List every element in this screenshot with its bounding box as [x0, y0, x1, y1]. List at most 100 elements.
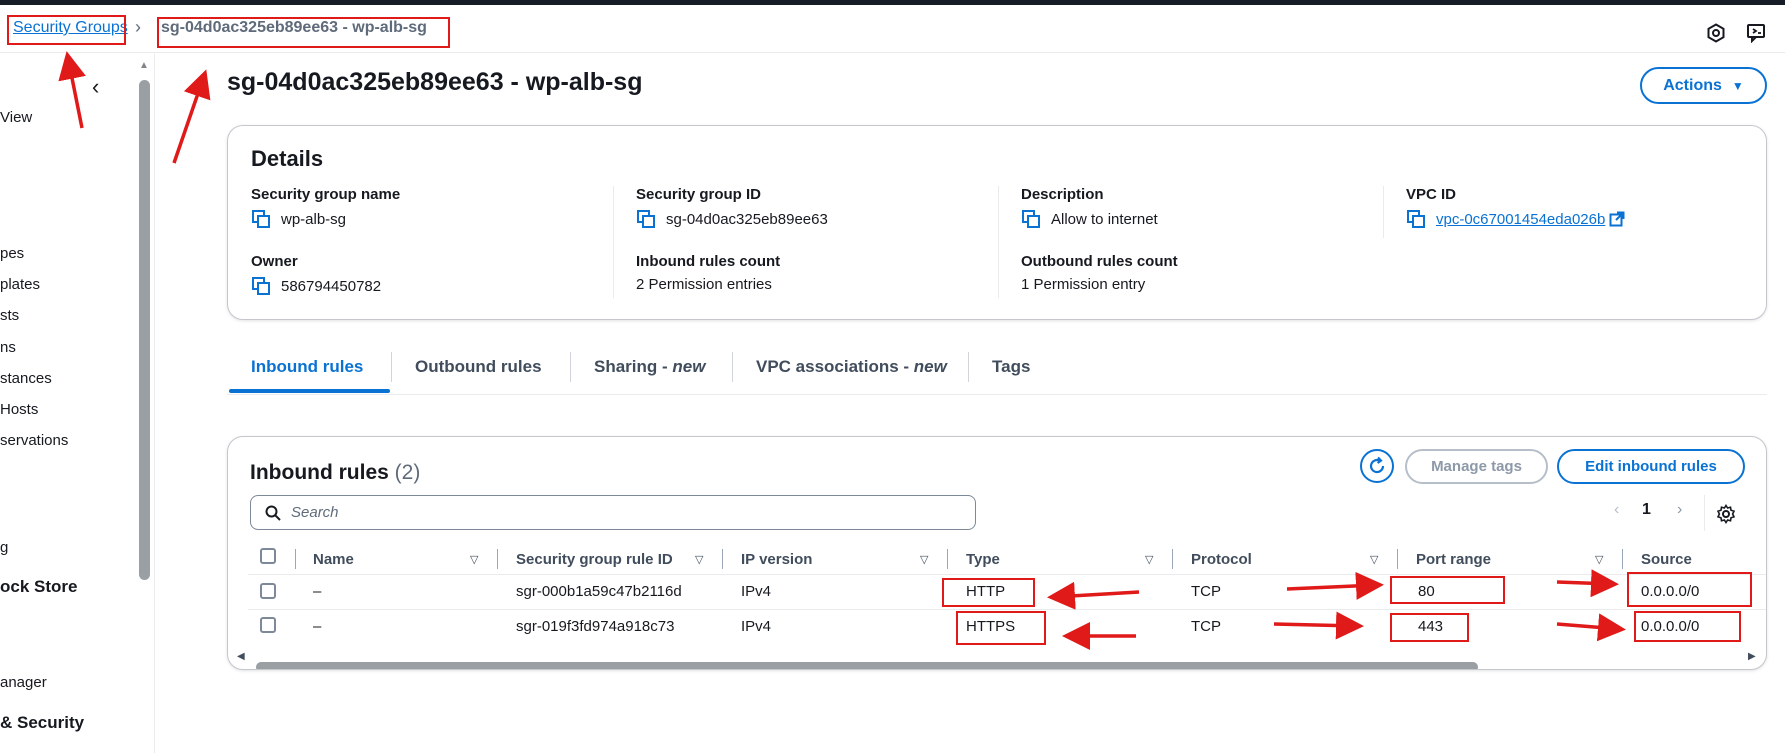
table-horizontal-scrollbar[interactable]	[256, 662, 1478, 669]
sort-icon[interactable]: ▽	[1595, 553, 1603, 566]
sidebar-item[interactable]: g	[0, 539, 8, 556]
cell-ip-version: IPv4	[741, 618, 772, 635]
field-security-group-name: Security group name wp-alb-sg	[251, 186, 611, 229]
pagination-page[interactable]: 1	[1642, 501, 1651, 519]
field-label: Security group name	[251, 186, 401, 203]
field-value: 2 Permission entries	[636, 276, 772, 293]
field-value: 1 Permission entry	[1021, 276, 1146, 293]
sidebar-item[interactable]: ns	[0, 339, 16, 356]
manage-tags-button[interactable]: Manage tags	[1405, 449, 1548, 484]
field-value: Allow to internet	[1051, 210, 1158, 228]
pagination-next-icon[interactable]: ›	[1677, 501, 1682, 519]
tab-divider	[732, 352, 733, 382]
vpc-id-link[interactable]: vpc-0c67001454eda026b	[1436, 211, 1605, 228]
scroll-right-icon[interactable]: ▶	[1748, 651, 1756, 662]
tab-divider	[391, 352, 392, 382]
column-divider	[1397, 549, 1398, 569]
cell-rule-id: sgr-019f3fd974a918c73	[516, 618, 675, 635]
caret-down-icon: ▼	[1731, 78, 1744, 93]
column-header-source[interactable]: Source	[1641, 551, 1692, 568]
field-value: 586794450782	[281, 277, 382, 295]
sidebar-item[interactable]: anager	[0, 674, 47, 691]
row-checkbox[interactable]	[260, 617, 276, 633]
copy-icon[interactable]	[1021, 209, 1041, 229]
sidebar-item[interactable]: sts	[0, 307, 19, 324]
tab-tags[interactable]: Tags	[992, 357, 1030, 377]
scroll-up-icon[interactable]: ▲	[139, 60, 149, 71]
sidebar-heading: & Security	[0, 713, 85, 732]
sidebar-item[interactable]: plates	[0, 276, 40, 293]
copy-icon[interactable]	[636, 209, 656, 229]
page-title: sg-04d0ac325eb89ee63 - wp-alb-sg	[227, 68, 643, 96]
sidebar-collapse-icon[interactable]: ‹	[92, 74, 99, 100]
tab-sharing-label: Sharing -	[594, 357, 673, 376]
cell-protocol: TCP	[1191, 618, 1221, 635]
actions-button[interactable]: Actions ▼	[1640, 67, 1767, 104]
cell-protocol: TCP	[1191, 583, 1221, 600]
cell-port-range: 80	[1418, 583, 1435, 600]
sort-icon[interactable]: ▽	[920, 553, 928, 566]
edit-inbound-rules-button[interactable]: Edit inbound rules	[1557, 449, 1745, 484]
search-input[interactable]	[291, 504, 931, 521]
column-header-name[interactable]: Name	[313, 551, 354, 568]
column-divider	[947, 549, 948, 569]
refresh-button[interactable]	[1360, 449, 1394, 483]
divider	[613, 186, 614, 298]
tab-vpc-associations[interactable]: VPC associations - new	[756, 357, 947, 377]
external-link-icon[interactable]	[1609, 211, 1625, 227]
field-security-group-id: Security group ID sg-04d0ac325eb89ee63	[636, 186, 996, 229]
sort-icon[interactable]: ▽	[1370, 553, 1378, 566]
copy-icon[interactable]	[1406, 209, 1426, 229]
column-divider	[295, 549, 296, 569]
column-divider	[1622, 549, 1623, 569]
cell-rule-id: sgr-000b1a59c47b2116d	[516, 583, 682, 600]
sort-icon[interactable]: ▽	[695, 553, 703, 566]
column-header-ip-version[interactable]: IP version	[741, 551, 812, 568]
select-all-checkbox[interactable]	[260, 548, 276, 564]
tab-vpc-associations-label: VPC associations -	[756, 357, 914, 376]
row-checkbox[interactable]	[260, 583, 276, 599]
inbound-rules-title: Inbound rules	[250, 461, 389, 484]
column-header-port-range[interactable]: Port range	[1416, 551, 1491, 568]
cell-name: –	[313, 583, 322, 600]
field-label: VPC ID	[1406, 186, 1457, 203]
field-outbound-rules-count: Outbound rules count 1 Permission entry	[1021, 253, 1381, 293]
sidebar-item[interactable]: pes	[0, 245, 24, 262]
sidebar-item[interactable]: View	[0, 109, 32, 126]
field-value: wp-alb-sg	[281, 210, 347, 228]
inbound-rules-heading: Inbound rules (2)	[250, 461, 420, 485]
sidebar-item[interactable]: Hosts	[0, 401, 38, 418]
column-header-protocol[interactable]: Protocol	[1191, 551, 1252, 568]
sidebar-scrollbar[interactable]	[139, 80, 150, 580]
breadcrumb-security-groups-link[interactable]: Security Groups	[13, 19, 128, 37]
tab-divider	[570, 352, 571, 382]
sort-icon[interactable]: ▽	[470, 553, 478, 566]
divider	[1704, 495, 1705, 531]
field-description: Description Allow to internet	[1021, 186, 1381, 229]
column-header-type[interactable]: Type	[966, 551, 1000, 568]
search-field[interactable]	[250, 495, 976, 530]
settings-hex-icon[interactable]	[1704, 21, 1728, 45]
sort-icon[interactable]: ▽	[1145, 553, 1153, 566]
tab-outbound-rules[interactable]: Outbound rules	[415, 357, 542, 377]
divider	[1383, 186, 1384, 238]
sidebar-item[interactable]: servations	[0, 432, 68, 449]
column-header-rule-id[interactable]: Security group rule ID	[516, 551, 673, 568]
tab-inbound-rules[interactable]: Inbound rules	[251, 357, 363, 377]
scroll-left-icon[interactable]: ◀	[237, 651, 245, 662]
refresh-icon	[1369, 456, 1385, 474]
field-vpc-id: VPC ID vpc-0c67001454eda026b	[1406, 186, 1766, 229]
copy-icon[interactable]	[251, 276, 271, 296]
column-divider	[497, 549, 498, 569]
sidebar-item[interactable]: stances	[0, 370, 52, 387]
pagination-prev-icon[interactable]: ‹	[1614, 501, 1619, 519]
copy-icon[interactable]	[251, 209, 271, 229]
chevron-right-icon: ›	[135, 17, 141, 37]
feedback-icon[interactable]	[1745, 21, 1769, 45]
tab-sharing[interactable]: Sharing - new	[594, 357, 705, 377]
field-label: Description	[1021, 186, 1104, 203]
gear-icon[interactable]	[1716, 504, 1736, 524]
sidebar-heading: ock Store	[0, 577, 78, 596]
field-label: Security group ID	[636, 186, 762, 203]
breadcrumb: Security Groups › sg-04d0ac325eb89ee63 -…	[0, 5, 1785, 53]
